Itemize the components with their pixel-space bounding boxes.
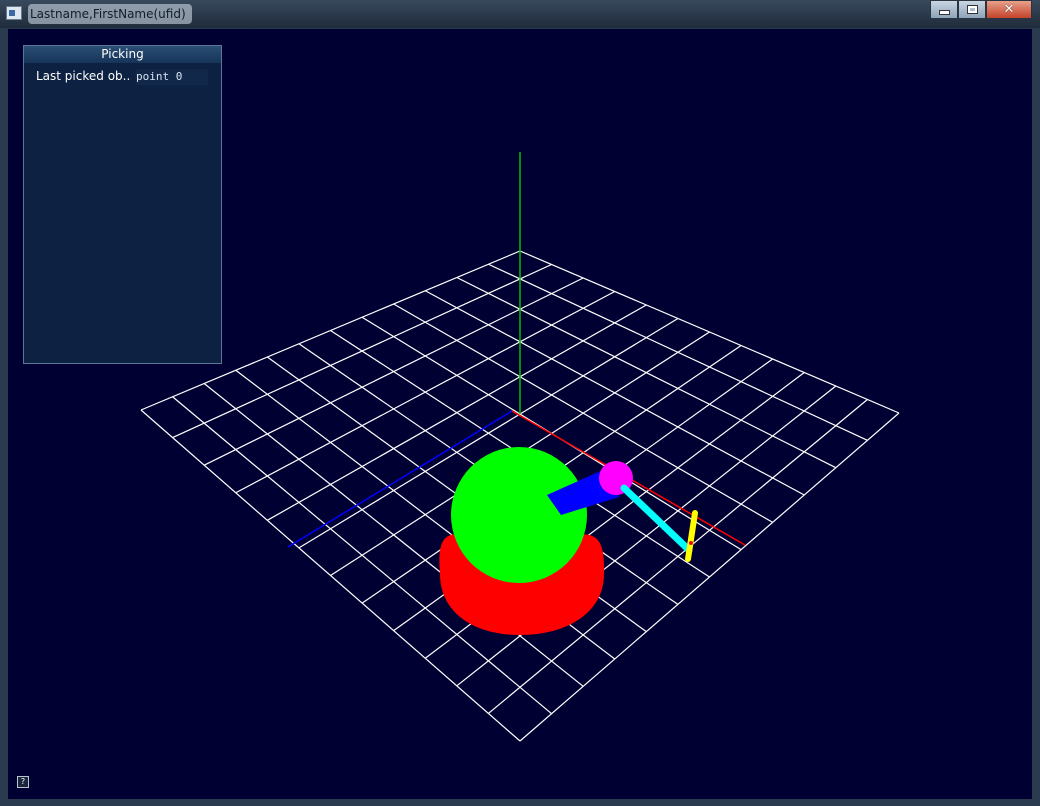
maximize-icon [966, 5, 978, 14]
close-button[interactable]: ✕ [986, 0, 1032, 19]
app-icon[interactable] [6, 6, 22, 20]
window-controls: ✕ [930, 0, 1032, 20]
gl-viewport[interactable]: Picking Last picked ob.. point 0 ? [8, 29, 1032, 799]
last-picked-value[interactable]: point 0 [136, 69, 208, 85]
title-bar[interactable]: Lastname,FirstName(ufid) ✕ [0, 0, 1040, 28]
minimize-button[interactable] [930, 0, 958, 19]
window-title: Lastname,FirstName(ufid) [28, 4, 192, 24]
minimize-icon [938, 10, 950, 15]
close-icon: ✕ [1003, 2, 1015, 17]
last-picked-row: Last picked ob.. point 0 [36, 69, 209, 85]
panel-title[interactable]: Picking [24, 46, 221, 63]
end-effector[interactable] [685, 510, 698, 562]
picking-panel: Picking Last picked ob.. point 0 [23, 45, 222, 364]
last-picked-label: Last picked ob.. [36, 69, 131, 83]
robot-arm[interactable] [439, 447, 698, 635]
maximize-button[interactable] [958, 0, 986, 19]
help-icon[interactable]: ? [17, 776, 29, 788]
picked-point[interactable] [689, 541, 693, 545]
robot-body[interactable] [451, 447, 587, 583]
